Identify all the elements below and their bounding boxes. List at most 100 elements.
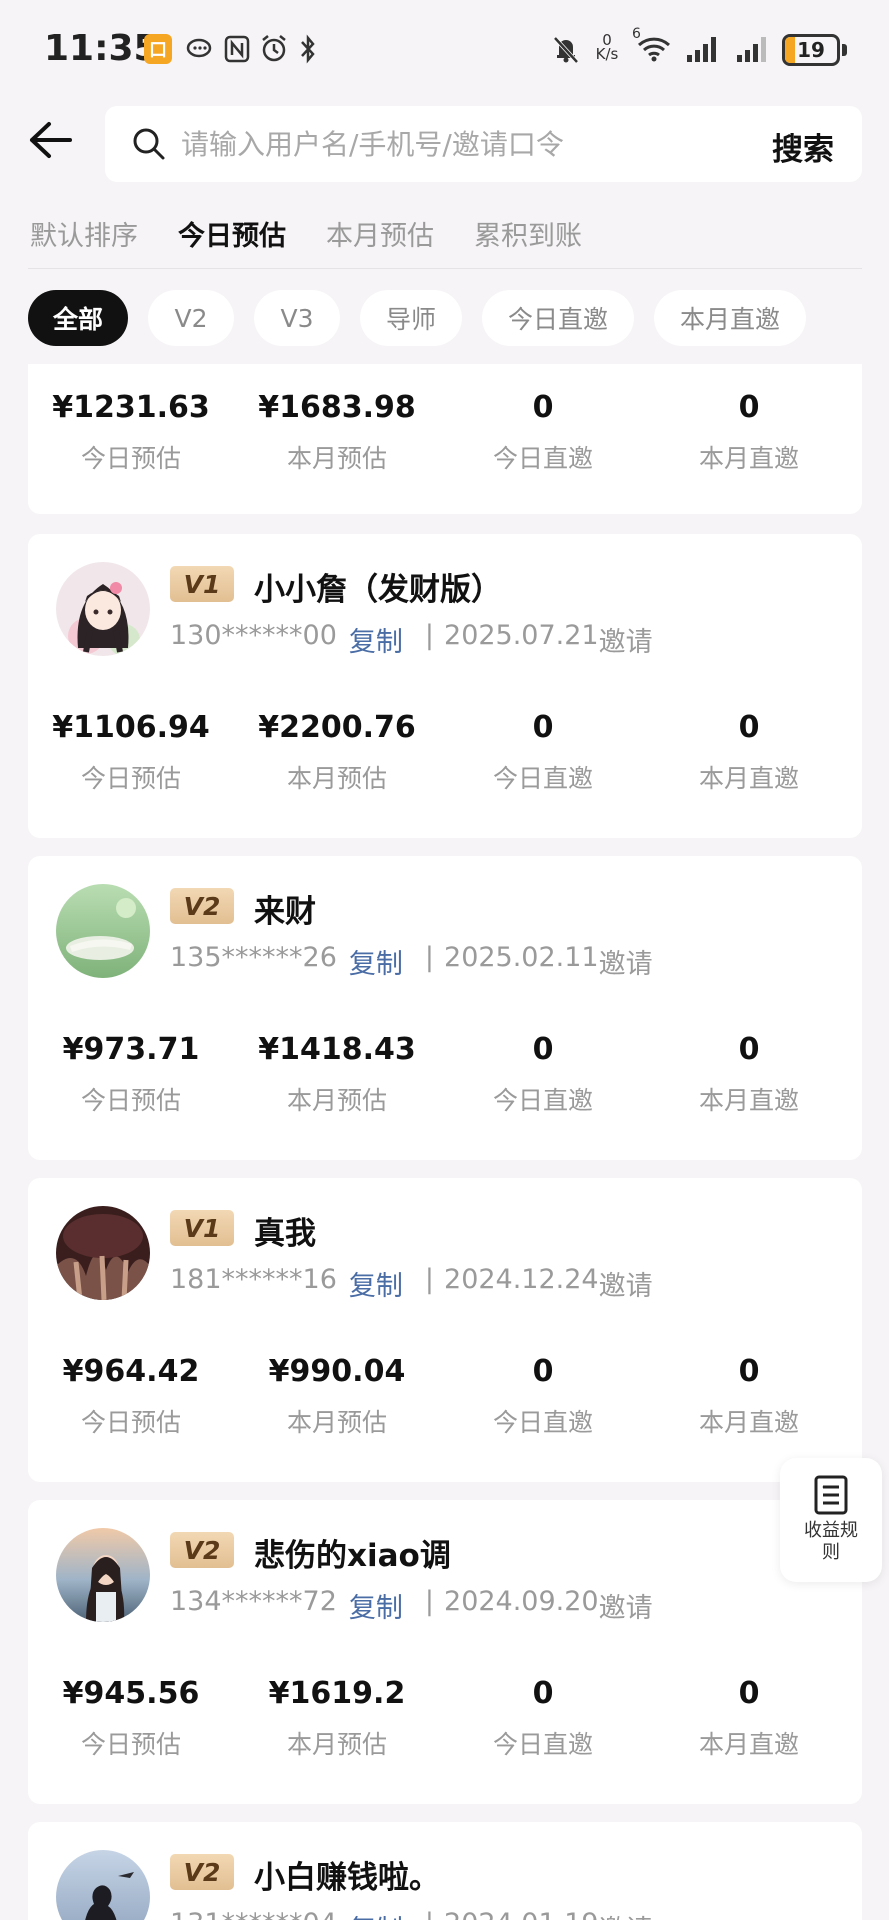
stat-month-estimate: ¥1619.2 本月预估: [234, 1676, 440, 1761]
net-speed-unit: K/s: [595, 45, 619, 63]
chip-v3[interactable]: V3: [254, 290, 340, 346]
stats-row: ¥1231.63 今日预估 ¥1683.98 本月预估 0 今日直邀 0 本月直邀: [28, 390, 862, 475]
stat-value: ¥2200.76: [258, 710, 416, 745]
member-name: 真我: [254, 1216, 316, 1252]
chip-v2[interactable]: V2: [148, 290, 234, 346]
stat-month-direct: 0 本月直邀: [646, 710, 852, 795]
search-input[interactable]: [181, 120, 741, 168]
mute-bell-icon: [550, 34, 582, 64]
stat-today-direct: 0 今日直邀: [440, 1676, 646, 1761]
stat-month-direct: 0 本月直邀: [646, 390, 852, 475]
arrow-left-icon: [30, 122, 72, 158]
search-icon: [133, 128, 165, 160]
stat-month-direct: 0 本月直邀: [646, 1032, 852, 1117]
stat-label: 本月预估: [286, 764, 387, 793]
member-card[interactable]: V2 来财 135******26 复制 | 2025.02.11 邀请 ¥973…: [28, 856, 862, 1160]
copy-button[interactable]: 复制: [349, 620, 403, 659]
stat-today-direct: 0 今日直邀: [440, 1354, 646, 1439]
chat-bubble-icon: [184, 34, 214, 64]
level-badge: V1: [170, 1210, 234, 1246]
network-label: 6: [632, 26, 641, 42]
stat-label: 今日直邀: [492, 764, 593, 793]
level-badge: V2: [170, 888, 234, 924]
member-phone: 130******00: [170, 620, 337, 651]
invite-date: 2024.01.19: [444, 1908, 599, 1920]
stat-month-direct: 0 本月直邀: [646, 1354, 852, 1439]
member-phone: 135******26: [170, 942, 337, 973]
member-card[interactable]: V1 真我 181******16 复制 | 2024.12.24 邀请 ¥964…: [28, 1178, 862, 1482]
stat-today-estimate: ¥1231.63 今日预估: [28, 390, 234, 475]
stat-value: 0: [738, 1032, 760, 1067]
member-name: 来财: [254, 894, 316, 930]
stat-label: 今日直邀: [492, 1408, 593, 1437]
signal-icon-1: [684, 34, 722, 64]
member-info-line: 135******26 复制 | 2025.02.11 邀请: [170, 942, 653, 981]
info-separator: |: [424, 942, 435, 973]
stat-label: 本月直邀: [698, 444, 799, 473]
member-phone: 131******04: [170, 1908, 337, 1920]
stat-value: 0: [532, 390, 554, 425]
back-button[interactable]: [22, 112, 78, 168]
stat-label: 本月直邀: [698, 1730, 799, 1759]
stat-label: 本月预估: [286, 444, 387, 473]
stat-label: 今日预估: [80, 444, 181, 473]
bluetooth-icon: [296, 34, 320, 64]
stat-value: ¥1106.94: [52, 710, 210, 745]
stats-row: ¥973.71 今日预估 ¥1418.43 本月预估 0 今日直邀 0 本月直邀: [28, 1032, 862, 1117]
stat-value: ¥1683.98: [258, 390, 416, 425]
search-button[interactable]: 搜索: [772, 124, 834, 169]
chip-today-direct[interactable]: 今日直邀: [482, 290, 634, 346]
member-info-line: 130******00 复制 | 2025.07.21 邀请: [170, 620, 653, 659]
tab-default-sort[interactable]: 默认排序: [30, 214, 138, 256]
sort-tabs: 默认排序 今日预估 本月预估 累积到账: [30, 214, 622, 256]
tab-today-estimate[interactable]: 今日预估: [178, 214, 286, 256]
member-info-line: 181******16 复制 | 2024.12.24 邀请: [170, 1264, 653, 1303]
member-phone: 134******72: [170, 1586, 337, 1617]
info-separator: |: [424, 1586, 435, 1617]
tab-month-estimate[interactable]: 本月预估: [326, 214, 434, 256]
avatar: [56, 884, 150, 978]
copy-button[interactable]: 复制: [349, 1586, 403, 1625]
stat-label: 本月直邀: [698, 764, 799, 793]
search-box[interactable]: 搜索: [105, 106, 862, 182]
invite-date: 2024.12.24: [444, 1264, 599, 1295]
chip-month-direct[interactable]: 本月直邀: [654, 290, 806, 346]
stat-today-estimate: ¥973.71 今日预估: [28, 1032, 234, 1117]
member-card-partial[interactable]: ¥1231.63 今日预估 ¥1683.98 本月预估 0 今日直邀 0 本月直邀: [28, 364, 862, 514]
chip-all[interactable]: 全部: [28, 290, 128, 346]
member-card[interactable]: V1 小小詹（发财版） 130******00 复制 | 2025.07.21 邀…: [28, 534, 862, 838]
stat-value: 0: [738, 1354, 760, 1389]
stat-label: 今日预估: [80, 1086, 181, 1115]
invite-suffix: 邀请: [598, 627, 653, 658]
stat-month-estimate: ¥1418.43 本月预估: [234, 1032, 440, 1117]
stat-value: ¥964.42: [62, 1354, 200, 1389]
earn-rules-button[interactable]: 收益规则: [780, 1458, 882, 1582]
stat-label: 本月直邀: [698, 1086, 799, 1115]
battery-level: 19: [797, 38, 825, 62]
copy-button[interactable]: 复制: [349, 942, 403, 981]
member-card[interactable]: V2 悲伤的xiao调 134******72 复制 | 2024.09.20 邀…: [28, 1500, 862, 1804]
stat-label: 今日预估: [80, 1730, 181, 1759]
avatar: [56, 1528, 150, 1622]
stat-value: 0: [738, 390, 760, 425]
tab-cumulative-received[interactable]: 累积到账: [474, 214, 582, 256]
stat-label: 本月预估: [286, 1730, 387, 1759]
copy-button[interactable]: 复制: [349, 1908, 403, 1920]
stat-today-estimate: ¥1106.94 今日预估: [28, 710, 234, 795]
stat-value: ¥990.04: [268, 1354, 406, 1389]
stats-row: ¥1106.94 今日预估 ¥2200.76 本月预估 0 今日直邀 0 本月直邀: [28, 710, 862, 795]
copy-button[interactable]: 复制: [349, 1264, 403, 1303]
stat-today-direct: 0 今日直邀: [440, 390, 646, 475]
signal-icon-2: [734, 34, 772, 64]
stat-value: ¥1231.63: [52, 390, 210, 425]
stat-label: 本月预估: [286, 1086, 387, 1115]
avatar: [56, 562, 150, 656]
stat-month-estimate: ¥2200.76 本月预估: [234, 710, 440, 795]
stat-label: 今日直邀: [492, 1086, 593, 1115]
chip-mentor[interactable]: 导师: [360, 290, 462, 346]
stat-value: ¥1418.43: [258, 1032, 416, 1067]
member-card[interactable]: V2 小白赚钱啦。 131******04 复制 | 2024.01.19邀请: [28, 1822, 862, 1920]
stat-month-estimate: ¥1683.98 本月预估: [234, 390, 440, 475]
stat-label: 本月预估: [286, 1408, 387, 1437]
status-bar: 11:35 口 0 K/s 6 19: [0, 0, 889, 100]
